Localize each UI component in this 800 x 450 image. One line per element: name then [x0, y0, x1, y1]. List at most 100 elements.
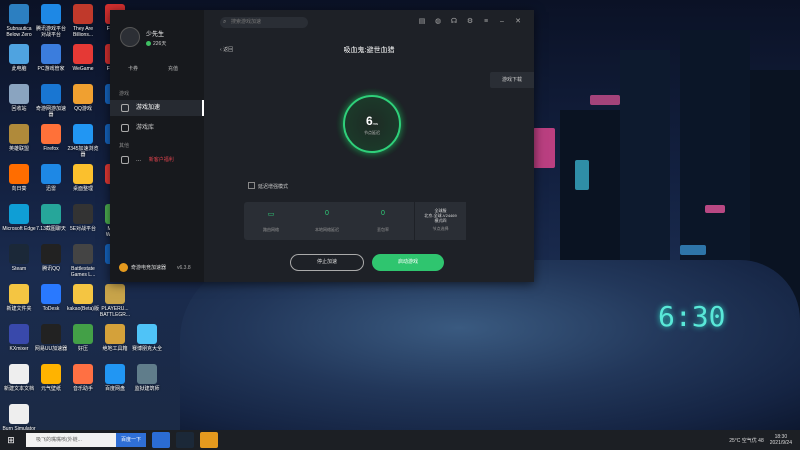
browser-icon — [73, 124, 93, 144]
desktop-icon[interactable]: 5E对战平台 — [66, 204, 100, 248]
headset-icon[interactable]: ☊ — [450, 18, 458, 26]
desktop-icon[interactable]: 百度网盘 — [98, 364, 132, 408]
desktop-icon[interactable]: kakao(Beta)版 — [66, 284, 100, 328]
qq-icon — [41, 244, 61, 264]
skin-icon[interactable]: ◍ — [434, 18, 442, 26]
desktop-icon[interactable]: Battlestate Games L... — [66, 244, 100, 288]
search-input[interactable]: 搜索游戏加速 — [220, 17, 308, 28]
menu-icon[interactable]: ≡ — [482, 18, 490, 26]
recharge-button[interactable]: 充值 — [168, 65, 178, 72]
desktop-icon[interactable]: 绝地工具箱 — [98, 324, 132, 368]
desktop-icon[interactable]: 元气壁纸 — [34, 364, 68, 408]
desktop-icon-label: 5E对战平台 — [69, 226, 97, 232]
desktop-icon[interactable]: 赛博朋克大全 — [130, 324, 164, 368]
desktop-icon-label: 网易UU加速器 — [34, 346, 68, 352]
stat-label: 丢包率 — [377, 227, 389, 232]
stop-acceleration-button[interactable]: 停止加速 — [290, 254, 364, 271]
desktop-icon-label: Battlestate Games L... — [70, 266, 96, 278]
game-download-button[interactable]: 游戏下载 — [490, 72, 534, 88]
desktop-icon[interactable]: QQ游戏 — [66, 84, 100, 128]
5e-icon — [73, 204, 93, 224]
version: v6.3.8 — [177, 264, 191, 271]
taskbar-steam-icon[interactable] — [176, 432, 194, 448]
taskbar-search-input[interactable]: 吸飞的嘴嘴咳(外链... — [26, 433, 116, 447]
desktop-icon[interactable]: 腾讯游戏平台对战平台 — [34, 4, 68, 48]
desktop-icon[interactable]: 回收站 — [2, 84, 36, 128]
desktop-icon[interactable]: Steam — [2, 244, 36, 288]
coupon-button[interactable]: 卡券 — [128, 65, 138, 72]
weather-text[interactable]: 25°C 空气优 48 — [729, 437, 764, 444]
taskbar-app-icon[interactable] — [152, 432, 170, 448]
desktop-icon[interactable]: PLAYERU... BATTLEGR... — [98, 284, 132, 328]
desktop-icon[interactable]: WeGame — [66, 44, 100, 88]
desktop-icon-label: PLAYERU... BATTLEGR... — [99, 306, 131, 318]
desktop-icon-label: 绝地工具箱 — [102, 346, 128, 352]
desktop-icon[interactable]: 英雄联盟 — [2, 124, 36, 168]
taskbar-search-button[interactable]: 百度一下 — [116, 433, 146, 447]
taskbar-accelerator-icon[interactable] — [200, 432, 218, 448]
burn-simulator-icon — [9, 404, 29, 424]
desktop-icon[interactable]: 向日葵 — [2, 164, 36, 208]
sidebar-item-game-acceleration[interactable]: 游戏加速 — [110, 100, 204, 116]
desktop-icon[interactable]: 桌面整理 — [66, 164, 100, 208]
desktop-icon[interactable]: 网易UU加速器 — [34, 324, 68, 368]
desktop-icon-label: 百度网盘 — [104, 386, 125, 392]
clock-date: 2021/9/24 — [769, 440, 792, 446]
steam-icon — [9, 244, 29, 264]
clock[interactable]: 18:30 2021/9/24 — [770, 434, 792, 446]
close-icon[interactable]: ✕ — [514, 18, 522, 26]
desktop-icon[interactable]: Subnautica Below Zero — [2, 4, 36, 48]
desktop-icon[interactable]: 奇游网游加速器 — [34, 84, 68, 128]
desktop-icon[interactable]: 新建文件夹 — [2, 284, 36, 328]
desktop-icon[interactable]: 好压 — [66, 324, 100, 368]
sidebar-item-promo[interactable]: ... 新客户福利 — [110, 152, 204, 168]
desktop-icon-label: 英雄联盟 — [8, 146, 29, 152]
sidebar-item-game-library[interactable]: 游戏库 — [110, 120, 204, 136]
latency-boost-checkbox[interactable]: 延迟增强模式 — [248, 182, 288, 190]
gear-icon[interactable]: ⚙ — [466, 18, 474, 26]
recycle-bin-icon — [9, 84, 29, 104]
desktop-icon[interactable]: They Are Billions... — [66, 4, 100, 48]
ping-unit: ms — [372, 121, 379, 126]
brand: 奇游电竞加速器 v6.3.8 — [119, 263, 191, 272]
tencent-game-icon — [41, 4, 61, 24]
gamepad-icon — [121, 124, 129, 132]
desktop-icon-label: 此电脑 — [11, 66, 27, 72]
desktop-icon[interactable]: 监狱建筑师 — [130, 364, 164, 408]
kxmixer-icon — [9, 324, 29, 344]
stat-local-latency: 0 本地网络延迟 — [300, 202, 354, 240]
desktop-icon[interactable]: 迅雷 — [34, 164, 68, 208]
desktop-icon[interactable]: KXmixer — [2, 324, 36, 368]
qiyou-icon — [41, 84, 61, 104]
avatar[interactable] — [120, 27, 140, 47]
toolbox-icon — [105, 324, 125, 344]
desktop-icon[interactable]: ToDesk — [34, 284, 68, 328]
firefox-icon — [41, 124, 61, 144]
ping-label: 节点延迟 — [364, 130, 380, 135]
node-selector[interactable]: 全球服 北京-全球-V24469 模式四 节点选择 — [414, 202, 466, 240]
desktop-icon[interactable]: 此电脑 — [2, 44, 36, 88]
lol-icon — [9, 124, 29, 144]
desktop-icon[interactable]: Microsoft Edge — [2, 204, 36, 248]
desktop-icon[interactable]: Firefox — [34, 124, 68, 168]
message-icon[interactable]: ▤ — [418, 18, 426, 26]
desktop-icon-label: 赛博朋克大全 — [131, 346, 162, 352]
username: 少先生 — [146, 32, 165, 38]
stat-value: 0 — [381, 210, 385, 217]
taskbar: ⊞ 吸飞的嘴嘴咳(外链... 百度一下 25°C 空气优 48 18:30 20… — [0, 430, 800, 450]
minimize-icon[interactable]: – — [498, 18, 506, 26]
desktop-icon[interactable]: 腾讯QQ — [34, 244, 68, 288]
desktop-organizer-icon — [73, 164, 93, 184]
kakao-icon — [73, 284, 93, 304]
desktop-icon[interactable]: 音乐助手 — [66, 364, 100, 408]
desktop-icon[interactable]: PC游戏管家 — [34, 44, 68, 88]
desktop-icon-label: 7.13截图聊天 — [36, 226, 66, 232]
launch-game-button[interactable]: 启动游戏 — [372, 254, 444, 271]
windows-start-icon[interactable]: ⊞ — [0, 435, 22, 446]
desktop-icon[interactable]: 7.13截图聊天 — [34, 204, 68, 248]
desktop-icon-label: Firefox — [43, 146, 59, 152]
desktop-icon[interactable]: 新建文本文档 — [2, 364, 36, 408]
desktop-icon[interactable]: 2345加速浏览器 — [66, 124, 100, 168]
desktop-icon-label: Subnautica Below Zero — [6, 26, 32, 38]
uu-icon — [41, 324, 61, 344]
